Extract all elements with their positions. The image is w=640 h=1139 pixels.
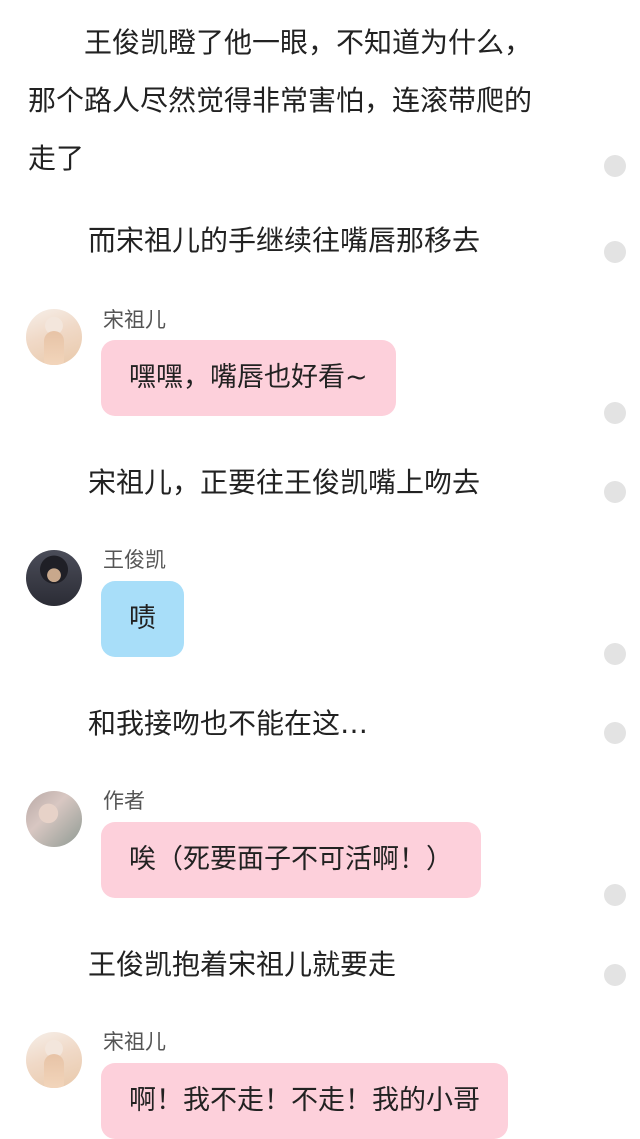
chat-bubble: 嘿嘿，嘴唇也好看~: [101, 340, 396, 416]
narration-text: 和我接吻也不能在这…: [88, 707, 369, 740]
chat-bubble: 啊！我不走！不走！我的小哥: [101, 1063, 508, 1139]
speaker-name: 宋祖儿: [103, 308, 166, 332]
comment-dot[interactable]: [604, 643, 626, 665]
narration-text: 而宋祖儿的手继续往嘴唇那移去: [88, 224, 481, 257]
comment-dot[interactable]: [604, 884, 626, 906]
narration-text: 王俊凯瞪了他一眼，不知道为什么， 那个路人尽然觉得非常害怕，连滚带爬的 走了: [28, 26, 533, 175]
speaker-avatar[interactable]: [26, 550, 82, 606]
narration-text: 王俊凯抱着宋祖儿就要走: [88, 948, 397, 981]
comment-dot[interactable]: [604, 481, 626, 503]
comment-dot[interactable]: [604, 964, 626, 986]
comment-dot[interactable]: [604, 155, 626, 177]
speaker-avatar[interactable]: [26, 309, 82, 365]
speaker-name: 王俊凯: [103, 548, 166, 572]
narration-text: 宋祖儿，正要往王俊凯嘴上吻去: [88, 466, 481, 499]
comment-dot[interactable]: [604, 722, 626, 744]
speaker-avatar[interactable]: [26, 1032, 82, 1088]
speaker-name: 作者: [103, 789, 145, 813]
chat-bubble: 啧: [101, 581, 184, 657]
comment-dot[interactable]: [604, 241, 626, 263]
comment-dot[interactable]: [604, 402, 626, 424]
chat-bubble: 唉（死要面子不可活啊！）: [101, 822, 481, 898]
speaker-avatar[interactable]: [26, 791, 82, 847]
speaker-name: 宋祖儿: [103, 1030, 166, 1054]
